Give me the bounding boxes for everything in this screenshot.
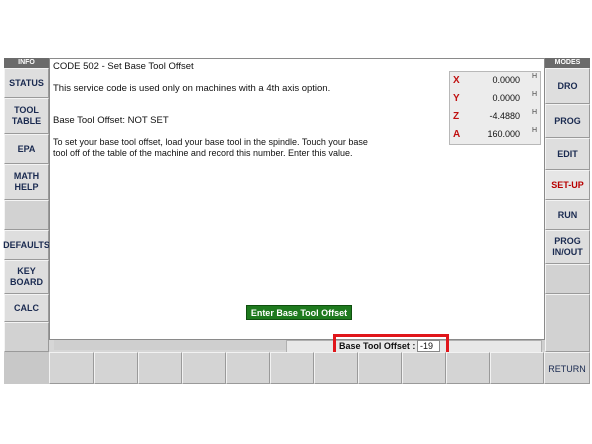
function-key-7[interactable] bbox=[314, 352, 358, 384]
defaults-button[interactable]: DEFAULTS bbox=[3, 230, 50, 260]
defaults-label: DEFAULTS bbox=[3, 239, 50, 250]
epa-button[interactable]: EPA bbox=[4, 134, 49, 164]
function-key-6[interactable] bbox=[270, 352, 314, 384]
instructions-text: To set your base tool offset, load your … bbox=[53, 137, 368, 158]
prog-button[interactable]: PROG bbox=[545, 104, 590, 138]
dro-label: DRO bbox=[557, 80, 578, 91]
function-key-3[interactable] bbox=[138, 352, 182, 384]
prog-in-out-label: PROG IN/OUT bbox=[552, 236, 583, 257]
math-help-button[interactable]: MATH HELP bbox=[4, 164, 49, 200]
calc-label: CALC bbox=[14, 302, 39, 313]
axis-value: -4.4880 bbox=[489, 111, 520, 121]
axis-value: 0.0000 bbox=[492, 93, 520, 103]
function-key-2[interactable] bbox=[94, 352, 138, 384]
base-tool-offset-status: Base Tool Offset: NOT SET bbox=[53, 115, 169, 126]
set-up-label: SET-UP bbox=[551, 179, 584, 190]
empty-left-button-2[interactable] bbox=[4, 322, 49, 352]
calc-button[interactable]: CALC bbox=[4, 294, 49, 322]
keyboard-label: KEY BOARD bbox=[10, 266, 43, 287]
function-key-10[interactable] bbox=[446, 352, 490, 384]
dro-button[interactable]: DRO bbox=[545, 68, 590, 104]
axis-row-x: X 0.0000 H bbox=[450, 72, 542, 90]
function-key-4[interactable] bbox=[182, 352, 226, 384]
axis-letter: A bbox=[453, 129, 461, 140]
enter-base-tool-offset-button[interactable]: Enter Base Tool Offset bbox=[246, 305, 352, 320]
epa-label: EPA bbox=[17, 143, 36, 154]
axis-value: 160.000 bbox=[487, 129, 520, 139]
axis-value: 0.0000 bbox=[492, 75, 520, 85]
monitor-bezel-top bbox=[0, 0, 592, 58]
axis-unit: H bbox=[531, 91, 537, 98]
modes-header: MODES bbox=[545, 58, 590, 68]
axis-row-a: A 160.000 H bbox=[450, 126, 542, 144]
axis-letter: Y bbox=[453, 93, 460, 104]
axis-row-y: Y 0.0000 H bbox=[450, 90, 542, 108]
axis-letter: X bbox=[453, 75, 460, 86]
function-key-9[interactable] bbox=[402, 352, 446, 384]
axis-readout: X 0.0000 H Y 0.0000 H Z -4.4880 H A 160.… bbox=[449, 71, 541, 145]
page-title: CODE 502 - Set Base Tool Offset bbox=[53, 61, 194, 72]
empty-right-button-2[interactable] bbox=[545, 294, 590, 352]
edit-label: EDIT bbox=[557, 148, 578, 159]
run-label: RUN bbox=[557, 209, 578, 220]
function-key-8[interactable] bbox=[358, 352, 402, 384]
status-label: STATUS bbox=[9, 77, 44, 88]
monitor-bezel-bottom bbox=[0, 384, 592, 444]
run-button[interactable]: RUN bbox=[545, 200, 590, 230]
set-up-button[interactable]: SET-UP bbox=[545, 170, 590, 200]
tool-table-button[interactable]: TOOL TABLE bbox=[4, 98, 49, 134]
function-key-1[interactable] bbox=[49, 352, 94, 384]
modes-sidebar: MODES DRO PROG EDIT SET-UP RUN PROG IN/O… bbox=[545, 58, 590, 384]
keyboard-button[interactable]: KEY BOARD bbox=[4, 260, 49, 294]
tool-table-label: TOOL TABLE bbox=[11, 105, 42, 126]
function-key-5[interactable] bbox=[226, 352, 270, 384]
prog-in-out-button[interactable]: PROG IN/OUT bbox=[545, 230, 590, 264]
cnc-control-screen: INFO STATUS TOOL TABLE EPA MATH HELP DEF… bbox=[3, 58, 590, 384]
return-button[interactable]: RETURN bbox=[544, 352, 590, 384]
axis-row-z: Z -4.4880 H bbox=[450, 108, 542, 126]
info-sidebar: INFO STATUS TOOL TABLE EPA MATH HELP DEF… bbox=[3, 58, 50, 384]
axis-letter: Z bbox=[453, 111, 460, 122]
empty-right-button-1[interactable] bbox=[545, 264, 590, 294]
math-help-label: MATH HELP bbox=[13, 171, 40, 192]
service-code-panel: CODE 502 - Set Base Tool Offset This ser… bbox=[49, 58, 545, 340]
service-code-note: This service code is used only on machin… bbox=[53, 83, 331, 94]
axis-unit: H bbox=[531, 73, 537, 80]
axis-unit: H bbox=[531, 109, 537, 116]
prog-label: PROG bbox=[554, 115, 581, 126]
info-header: INFO bbox=[4, 58, 49, 68]
function-key-11[interactable] bbox=[490, 352, 544, 384]
axis-unit: H bbox=[531, 127, 537, 134]
edit-button[interactable]: EDIT bbox=[545, 138, 590, 170]
empty-left-button-1[interactable] bbox=[4, 200, 49, 230]
function-key-row: RETURN bbox=[49, 352, 590, 384]
status-button[interactable]: STATUS bbox=[4, 68, 49, 98]
